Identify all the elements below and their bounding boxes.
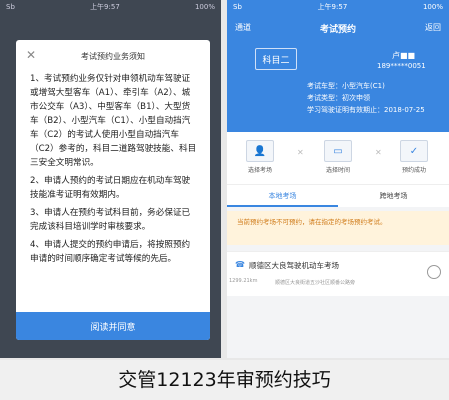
step-select-site: 👤 选择考场 xyxy=(233,140,287,174)
right-battery: 100% xyxy=(422,3,443,11)
left-time: 上午9:57 xyxy=(90,3,120,11)
left-carrier: Sb xyxy=(6,3,15,11)
step-select-time: ▭ 选择时间 xyxy=(311,140,365,174)
tab-remote[interactable]: 跨地考场 xyxy=(338,185,449,207)
site-list-item[interactable]: ☎ 顺德区大良驾驶机动车考场 1299.21km 顺德区大良街道五沙社区顺番公路… xyxy=(227,251,449,296)
tab-local[interactable]: 本地考场 xyxy=(227,185,338,207)
site-address: 顺德区大良街道五沙社区顺番公路旁 xyxy=(275,280,356,286)
progress-steps: 👤 选择考场 ✕ ▭ 选择时间 ✕ ✓ 预约成功 xyxy=(227,132,449,184)
right-phone-screen: Sb 上午9:57 100% 通道 考试预约 返回 科目二 卢■■ 189***… xyxy=(227,0,449,358)
rule-item: 1、考试预约业务仅针对申领机动车驾驶证或增驾大型客车（A1）、牵引车（A2）、城… xyxy=(30,74,197,168)
applicant-card: 科目二 卢■■ 189*****0051 考试车型：小型汽车(C1) 考试类型：… xyxy=(227,40,449,132)
right-status-bar: Sb 上午9:57 100% xyxy=(227,0,449,14)
terms-modal: ✕ 考试预约业务须知 1、考试预约业务仅针对申领机动车驾驶证或增驾大型客车（A1… xyxy=(16,40,210,340)
close-icon: ✕ xyxy=(375,148,382,157)
right-carrier: Sb xyxy=(233,3,242,11)
rule-item: 2、申请人预约的考试日期应在机动车驾驶技能准考证明有效期内。 xyxy=(30,176,191,200)
step-label: 选择考场 xyxy=(247,167,272,174)
right-time: 上午9:57 xyxy=(317,3,348,11)
site-tabs: 本地考场 跨地考场 xyxy=(227,184,449,207)
step-label: 选择时间 xyxy=(325,167,350,174)
phone-icon[interactable]: ☎ xyxy=(235,260,245,269)
permit-expiry: 学习驾驶证明有效期止：2018-07-25 xyxy=(307,106,425,114)
user-icon: 👤 xyxy=(246,140,274,162)
applicant-info: 考试车型：小型汽车(C1) 考试类型：初次申领 学习驾驶证明有效期止：2018-… xyxy=(307,80,425,116)
site-name: 顺德区大良驾驶机动车考场 xyxy=(249,261,339,270)
back-button[interactable]: 返回 xyxy=(425,22,441,33)
site-radio[interactable] xyxy=(427,265,441,279)
step-label: 预约成功 xyxy=(401,167,426,174)
page-title: 考试预约 xyxy=(319,25,356,35)
close-icon[interactable]: ✕ xyxy=(26,48,36,62)
left-battery: 100% xyxy=(194,3,215,11)
left-status-bar: Sb 上午9:57 100% xyxy=(0,0,221,14)
exam-type: 考试类型：初次申领 xyxy=(307,94,370,102)
site-distance: 1299.21km xyxy=(229,278,258,284)
close-icon: ✕ xyxy=(297,148,304,157)
agree-button[interactable]: 阅读并同意 xyxy=(16,312,210,340)
left-phone-screen: Sb 上午9:57 100% ✕ 考试预约业务须知 1、考试预约业务仅针对申领机… xyxy=(0,0,221,358)
step-success: ✓ 预约成功 xyxy=(387,140,441,174)
notice-banner: 当前预约考场不可预约，请在指定的考场预约考试。 xyxy=(227,211,449,245)
vehicle-type: 考试车型：小型汽车(C1) xyxy=(307,82,385,90)
check-icon: ✓ xyxy=(400,140,428,162)
rules-text: 1、考试预约业务仅针对申领机动车驾驶证或增驾大型客车（A1）、牵引车（A2）、城… xyxy=(30,72,198,270)
modal-title: 考试预约业务须知 xyxy=(81,52,145,61)
rule-item: 3、申请人在预约考试科目前，务必保证已完成该科目培训学时审核要求。 xyxy=(30,208,191,232)
app-bar: 通道 考试预约 返回 xyxy=(227,14,449,40)
applicant-id: 189*****0051 xyxy=(377,62,426,70)
subject-badge: 科目二 xyxy=(255,48,297,70)
rule-item: 4、申请人提交的预约申请后，将按照预约申请的时间顺序确定考试等候的先后。 xyxy=(30,240,191,264)
caption: 交管12123年审预约技巧 xyxy=(0,360,449,400)
applicant-name: 卢■■ xyxy=(392,51,416,60)
screen-icon: ▭ xyxy=(324,140,352,162)
